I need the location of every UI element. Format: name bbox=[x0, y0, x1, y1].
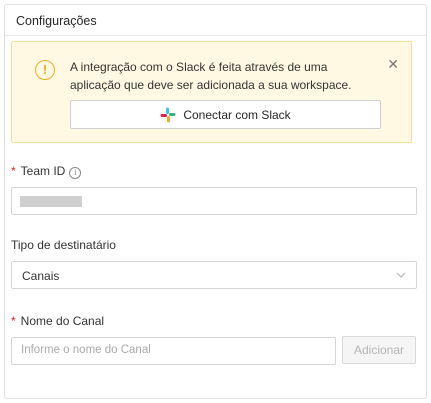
chevron-down-icon bbox=[396, 272, 406, 278]
connect-slack-label: Conectar com Slack bbox=[183, 107, 291, 122]
channel-name-input[interactable] bbox=[21, 344, 311, 356]
team-id-input[interactable] bbox=[11, 187, 417, 215]
recipient-type-label: Tipo de destinatário bbox=[11, 238, 116, 252]
slack-logo-icon bbox=[160, 107, 176, 122]
recipient-type-select[interactable]: Canais bbox=[11, 261, 417, 289]
required-mark: * bbox=[11, 164, 16, 178]
connect-slack-button[interactable]: Conectar com Slack bbox=[70, 100, 381, 129]
card-title: Configurações bbox=[5, 5, 426, 36]
required-mark: * bbox=[11, 314, 16, 328]
close-icon[interactable]: ✕ bbox=[387, 56, 399, 73]
channel-name-field[interactable] bbox=[11, 337, 336, 365]
team-id-label-text: Team ID bbox=[20, 164, 66, 178]
alert-message: A integração com o Slack é feita através… bbox=[70, 60, 352, 92]
team-id-label: * Team ID i bbox=[11, 164, 82, 179]
info-icon[interactable]: i bbox=[69, 167, 82, 179]
recipient-type-selected-value: Canais bbox=[22, 269, 60, 283]
add-channel-button[interactable]: Adicionar bbox=[342, 336, 416, 364]
redacted-value bbox=[20, 196, 82, 207]
channel-name-label-text: Nome do Canal bbox=[20, 314, 105, 328]
exclamation-circle-icon: ! bbox=[35, 60, 55, 80]
slack-integration-alert: ! A integração com o Slack é feita atrav… bbox=[11, 41, 412, 143]
channel-name-label: * Nome do Canal bbox=[11, 314, 104, 328]
